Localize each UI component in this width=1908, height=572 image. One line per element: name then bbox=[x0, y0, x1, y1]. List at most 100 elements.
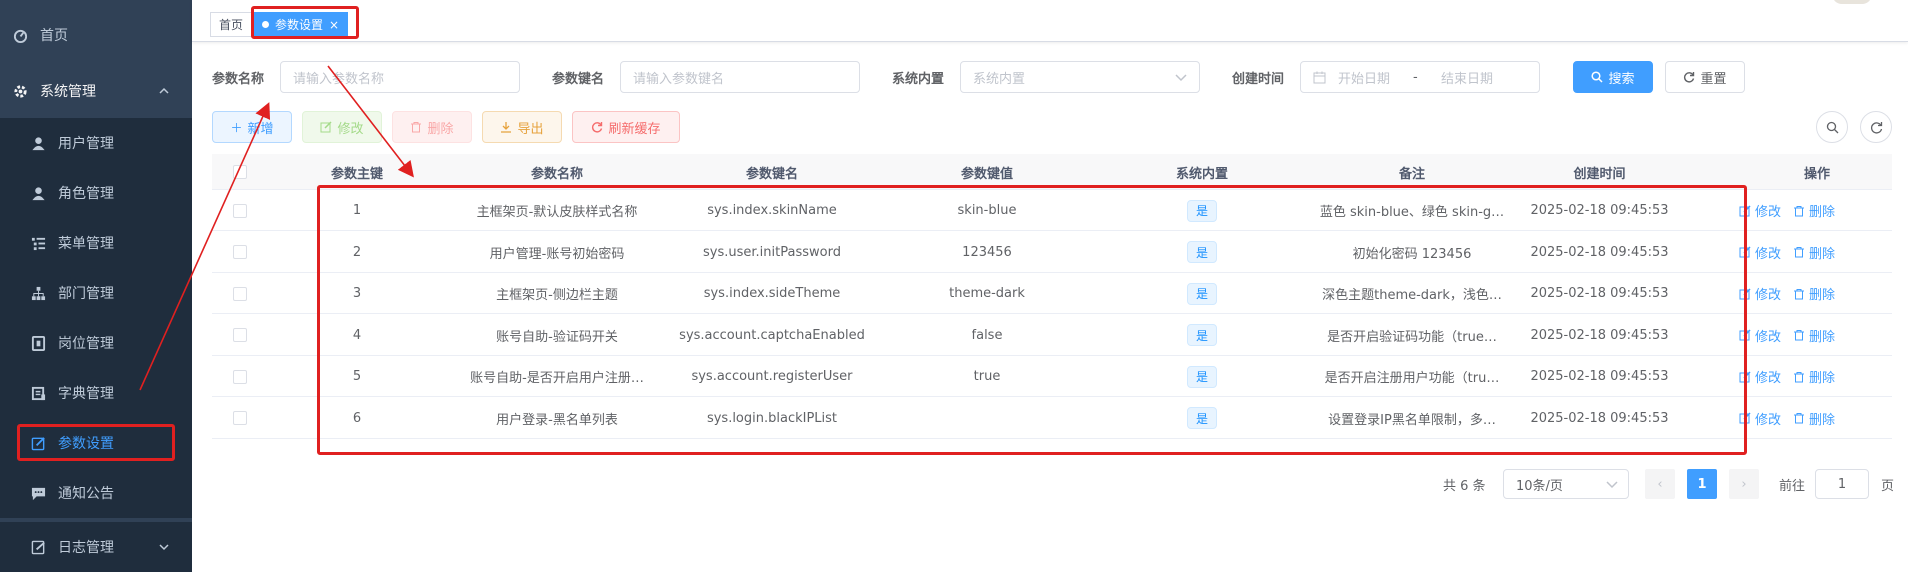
sidebar-item-home[interactable]: 首页 bbox=[0, 10, 192, 60]
button-label: 修改 bbox=[1754, 371, 1781, 386]
delete-icon bbox=[1794, 288, 1804, 299]
cell-text: 2025-02-18 09:45:53 bbox=[1530, 244, 1669, 260]
sidebar-item-posts[interactable]: 岗位管理 bbox=[0, 318, 192, 368]
row-select-cell bbox=[212, 398, 267, 439]
row-edit-button[interactable]: 修改 bbox=[1739, 409, 1781, 428]
cell-text: skin-blue bbox=[957, 203, 1017, 218]
cell-value: true bbox=[877, 356, 1097, 397]
cell-value: 123456 bbox=[877, 232, 1097, 273]
select-all-checkbox[interactable] bbox=[232, 165, 247, 179]
refresh-cache-button[interactable]: 刷新缓存 bbox=[572, 111, 680, 143]
column-header: 创建时间 bbox=[1573, 166, 1626, 182]
sidebar-item-logs[interactable]: 日志管理 bbox=[0, 522, 192, 572]
row-select-cell bbox=[212, 273, 267, 314]
edit-icon bbox=[1739, 370, 1751, 382]
tag-label: 首页 bbox=[219, 18, 244, 32]
end-date-placeholder: 结束日期 bbox=[1441, 71, 1494, 87]
table-row[interactable]: 2 用户管理-账号初始密码 sys.user.initPassword 123456 是… bbox=[212, 232, 1892, 273]
edit-button[interactable]: 修改 bbox=[302, 111, 382, 143]
row-checkbox[interactable] bbox=[232, 203, 247, 218]
button-label: 删除 bbox=[1809, 329, 1836, 345]
post-icon bbox=[30, 335, 46, 351]
prev-page-button[interactable]: ‹ bbox=[1645, 469, 1675, 499]
cell-actions: 修改 删除 bbox=[1682, 356, 1892, 397]
row-edit-button[interactable]: 修改 bbox=[1739, 284, 1781, 303]
cell-text: 是否开启验证码功能（true… bbox=[1327, 329, 1497, 345]
cell-id: 2 bbox=[267, 232, 447, 273]
row-checkbox[interactable] bbox=[232, 369, 247, 384]
delete-icon bbox=[1794, 205, 1804, 216]
reset-button[interactable]: 重置 bbox=[1665, 61, 1745, 93]
cell-text: 深色主题theme-dark，浅色… bbox=[1322, 288, 1502, 303]
table-row[interactable]: 4 账号自助-验证码开关 sys.account.captchaEnabled fal… bbox=[212, 315, 1892, 356]
table-row[interactable]: 5 账号自助-是否开启用户注册… sys.account.registerUser t… bbox=[212, 356, 1892, 397]
search-button[interactable]: 搜索 bbox=[1573, 61, 1653, 93]
tag-home[interactable]: 首页 bbox=[210, 12, 253, 37]
export-button[interactable]: 导出 bbox=[482, 111, 562, 143]
cell-text: 2025-02-18 09:45:53 bbox=[1530, 410, 1669, 426]
button-label: 删除 bbox=[1809, 205, 1836, 220]
column-header: 系统内置 bbox=[1175, 166, 1228, 182]
cell-text: sys.login.blackIPList bbox=[706, 410, 838, 426]
cell-time: 2025-02-18 09:45:53 bbox=[1517, 356, 1682, 397]
row-edit-button[interactable]: 修改 bbox=[1739, 367, 1781, 386]
row-edit-button[interactable]: 修改 bbox=[1739, 326, 1781, 345]
cell-name: 账号自助-是否开启用户注册… bbox=[447, 356, 667, 397]
sidebar-item-label: 字典管理 bbox=[58, 386, 114, 402]
config-key-input[interactable]: 请输入参数键名 bbox=[620, 61, 860, 93]
sidebar-item-users[interactable]: 用户管理 bbox=[0, 118, 192, 168]
sidebar-item-dicts[interactable]: 字典管理 bbox=[0, 368, 192, 418]
gear-icon bbox=[12, 83, 28, 99]
row-edit-button[interactable]: 修改 bbox=[1739, 243, 1781, 262]
goto-text: 前往 bbox=[1779, 478, 1806, 494]
delete-button[interactable]: 删除 bbox=[392, 111, 472, 143]
cell-text: 3 bbox=[352, 286, 362, 301]
delete-icon bbox=[1794, 371, 1804, 382]
dict-icon bbox=[30, 385, 46, 401]
row-edit-button[interactable]: 修改 bbox=[1739, 201, 1781, 220]
sidebar-item-system[interactable]: 系统管理 bbox=[0, 66, 192, 116]
refresh-table-button[interactable] bbox=[1860, 111, 1892, 143]
sidebar: 首页 系统管理 用户管理 角色管理 菜单管理 部门管理 岗位管理 字典管理 参数… bbox=[0, 0, 192, 572]
sidebar-item-notice[interactable]: 通知公告 bbox=[0, 468, 192, 518]
config-name-input[interactable]: 请输入参数名称 bbox=[280, 61, 520, 93]
cell-name: 主框架页-默认皮肤样式名称 bbox=[447, 190, 667, 231]
sidebar-item-roles[interactable]: 角色管理 bbox=[0, 168, 192, 218]
date-range-picker[interactable]: 开始日期 - 结束日期 bbox=[1300, 61, 1540, 93]
button-label: 删除 bbox=[1809, 412, 1836, 428]
active-dot-icon bbox=[262, 21, 269, 28]
cell-value: false bbox=[877, 315, 1097, 356]
sidebar-item-config[interactable]: 参数设置 bbox=[0, 418, 192, 468]
next-page-button[interactable]: › bbox=[1729, 469, 1759, 499]
sidebar-item-depts[interactable]: 部门管理 bbox=[0, 268, 192, 318]
page-size-select[interactable]: 10条/页 bbox=[1503, 469, 1629, 499]
peoples-icon bbox=[30, 185, 46, 201]
create-time-label: 创建时间 bbox=[1232, 72, 1285, 87]
row-delete-button[interactable]: 删除 bbox=[1793, 243, 1835, 262]
row-delete-button[interactable]: 删除 bbox=[1793, 284, 1835, 303]
close-icon[interactable]: × bbox=[329, 18, 339, 32]
sidebar-item-menus[interactable]: 菜单管理 bbox=[0, 218, 192, 268]
config-type-select[interactable]: 系统内置 bbox=[960, 61, 1200, 93]
row-checkbox[interactable] bbox=[232, 286, 247, 301]
add-button[interactable]: ＋ 新增 bbox=[212, 111, 292, 143]
goto-page-input[interactable]: 1 bbox=[1815, 469, 1869, 499]
table-row[interactable]: 6 用户登录-黑名单列表 sys.login.blackIPList 是 设置登录IP黑… bbox=[212, 398, 1892, 439]
button-label: 删除 bbox=[1809, 371, 1836, 386]
row-delete-button[interactable]: 删除 bbox=[1793, 201, 1835, 220]
row-delete-button[interactable]: 删除 bbox=[1793, 409, 1835, 428]
toggle-search-button[interactable] bbox=[1816, 111, 1848, 143]
row-delete-button[interactable]: 删除 bbox=[1793, 367, 1835, 386]
table-row[interactable]: 3 主框架页-侧边栏主题 sys.index.sideTheme theme-dark… bbox=[212, 273, 1892, 314]
table-row[interactable]: 1 主框架页-默认皮肤样式名称 sys.index.skinName skin-blu… bbox=[212, 190, 1892, 231]
tag-config[interactable]: 参数设置 × bbox=[253, 12, 349, 37]
page-number-button[interactable]: 1 bbox=[1687, 469, 1717, 499]
cell-key: sys.login.blackIPList bbox=[667, 398, 877, 439]
row-delete-button[interactable]: 删除 bbox=[1793, 326, 1835, 345]
row-checkbox[interactable] bbox=[232, 411, 247, 425]
user-icon bbox=[30, 135, 46, 151]
row-checkbox[interactable] bbox=[232, 328, 247, 342]
row-checkbox[interactable] bbox=[232, 245, 247, 259]
cell-time: 2025-02-18 09:45:53 bbox=[1517, 273, 1682, 314]
page-suffix: 页 bbox=[1881, 469, 1894, 499]
